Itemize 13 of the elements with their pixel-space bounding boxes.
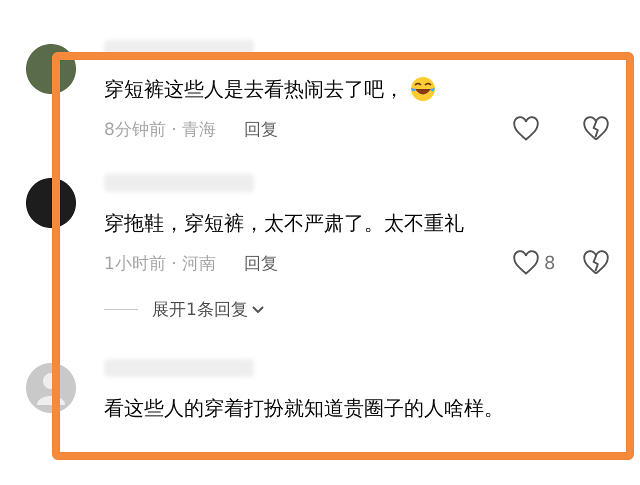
comment-text: 穿短裤这些人是去看热闹去了吧， (104, 76, 404, 103)
expand-replies-link[interactable]: 展开1条回复 (152, 298, 248, 321)
reply-link[interactable]: 回复 (244, 252, 278, 274)
broken-heart-icon[interactable] (582, 115, 610, 143)
comment-time-location: 1小时前 · 河南 (104, 252, 216, 274)
comment-text: 看这些人的穿着打扮就知道贵圈子的人啥样。 (104, 395, 504, 422)
comment-time-location: 8分钟前 · 青海 (104, 118, 216, 140)
reply-link[interactable]: 回复 (244, 118, 278, 140)
comment-text: 穿拖鞋，穿短裤，太不严肃了。太不重礼 (104, 210, 464, 237)
broken-heart-icon[interactable] (582, 249, 610, 277)
heart-icon[interactable] (512, 115, 540, 143)
heart-icon[interactable] (512, 249, 540, 277)
like-count: 8 (544, 252, 556, 274)
